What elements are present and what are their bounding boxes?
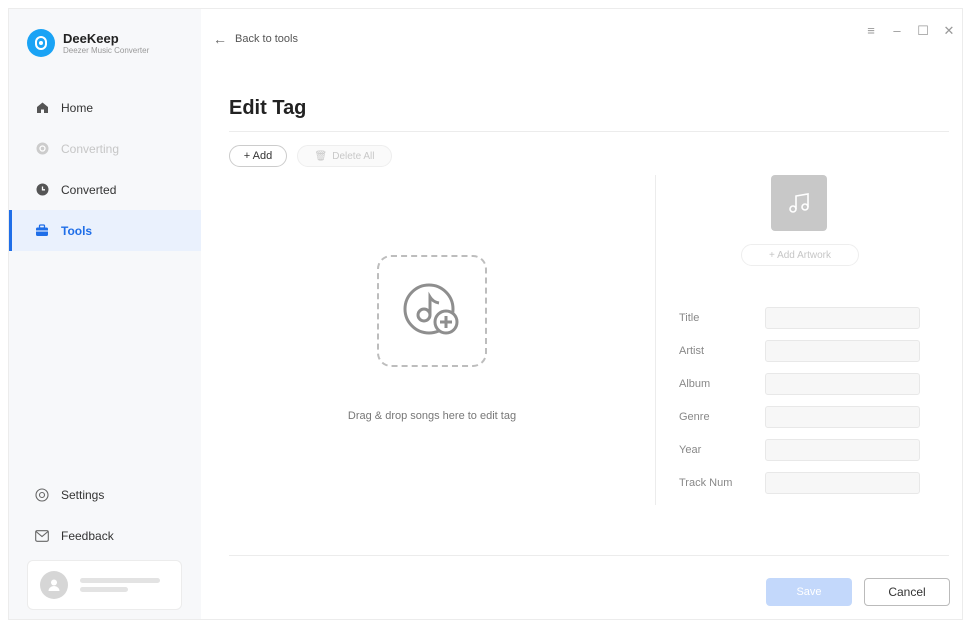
field-label: Title [679, 311, 700, 324]
menu-icon[interactable]: ≡ [858, 23, 884, 39]
trash-icon: 🗑 [314, 150, 328, 162]
field-year: Year [679, 433, 920, 466]
sidebar-nav: Home Converting Converted Tools [9, 87, 201, 251]
drop-zone[interactable] [377, 255, 487, 367]
sidebar-bottom: Settings Feedback [9, 474, 201, 556]
music-add-icon [403, 283, 459, 335]
page-title: Edit Tag [229, 97, 307, 119]
back-label: Back to tools [235, 33, 298, 45]
album-input[interactable] [765, 372, 920, 395]
field-title: Title [679, 301, 920, 334]
year-input[interactable] [765, 438, 920, 461]
avatar [40, 571, 68, 599]
window-controls: ≡ – ☐ ✕ [858, 23, 962, 39]
arrow-left-icon: ← [213, 31, 227, 47]
app-subtitle: Deezer Music Converter [63, 45, 150, 55]
mail-icon [35, 529, 49, 543]
title-input[interactable] [765, 306, 920, 329]
delete-all-button[interactable]: 🗑 Delete All [297, 145, 392, 167]
back-to-tools-link[interactable]: ← Back to tools [213, 31, 298, 47]
delete-all-label: Delete All [332, 150, 375, 162]
converting-icon [35, 142, 49, 156]
gear-icon [35, 487, 49, 502]
sidebar-item-settings[interactable]: Settings [9, 474, 201, 515]
sidebar-item-converted[interactable]: Converted [9, 169, 201, 210]
divider [229, 131, 949, 132]
sidebar-item-label: Converting [61, 141, 120, 156]
toolbox-icon [35, 224, 49, 238]
tag-fields: Title Artist Album Genre Year Track Num [679, 301, 920, 499]
home-icon [35, 101, 49, 115]
field-label: Genre [679, 410, 710, 423]
field-label: Year [679, 443, 702, 456]
sidebar-item-label: Home [61, 100, 94, 115]
sidebar-item-label: Feedback [61, 528, 114, 543]
field-label: Album [679, 377, 711, 390]
artwork-placeholder [771, 175, 827, 231]
sidebar-item-converting[interactable]: Converting [9, 128, 201, 169]
sidebar: DeeKeep Deezer Music Converter Home Conv… [9, 9, 201, 619]
field-track-num: Track Num [679, 466, 920, 499]
add-artwork-button[interactable]: + Add Artwork [741, 244, 859, 266]
field-genre: Genre [679, 400, 920, 433]
cancel-button[interactable]: Cancel [864, 578, 950, 606]
account-card[interactable] [27, 560, 182, 610]
clock-icon [35, 183, 49, 197]
divider [229, 555, 949, 556]
sidebar-item-label: Tools [61, 223, 93, 238]
minimize-icon[interactable]: – [884, 23, 910, 39]
sidebar-item-label: Converted [61, 182, 117, 197]
main-panel: ← Back to tools ≡ – ☐ ✕ Edit Tag + Add 🗑… [201, 9, 962, 619]
field-artist: Artist [679, 334, 920, 367]
app-name: DeeKeep [63, 30, 119, 46]
maximize-icon[interactable]: ☐ [910, 23, 936, 39]
save-button[interactable]: Save [766, 578, 852, 606]
deekeep-logo-icon [27, 29, 55, 57]
brand: DeeKeep Deezer Music Converter [27, 29, 149, 57]
field-label: Track Num [679, 476, 733, 489]
vertical-divider [655, 175, 656, 505]
track-num-input[interactable] [765, 471, 920, 494]
drop-instructions: Drag & drop songs here to edit tag [347, 410, 517, 422]
sidebar-item-feedback[interactable]: Feedback [9, 515, 201, 556]
sidebar-item-home[interactable]: Home [9, 87, 201, 128]
user-icon [48, 579, 60, 591]
sidebar-item-label: Settings [61, 487, 105, 502]
app-window: DeeKeep Deezer Music Converter Home Conv… [8, 8, 963, 620]
music-note-icon [789, 193, 809, 213]
close-icon[interactable]: ✕ [936, 23, 962, 39]
add-button[interactable]: + Add [229, 145, 287, 167]
genre-input[interactable] [765, 405, 920, 428]
sidebar-item-tools[interactable]: Tools [9, 210, 201, 251]
artist-input[interactable] [765, 339, 920, 362]
account-redacted [80, 574, 160, 596]
field-label: Artist [679, 344, 705, 357]
field-album: Album [679, 367, 920, 400]
